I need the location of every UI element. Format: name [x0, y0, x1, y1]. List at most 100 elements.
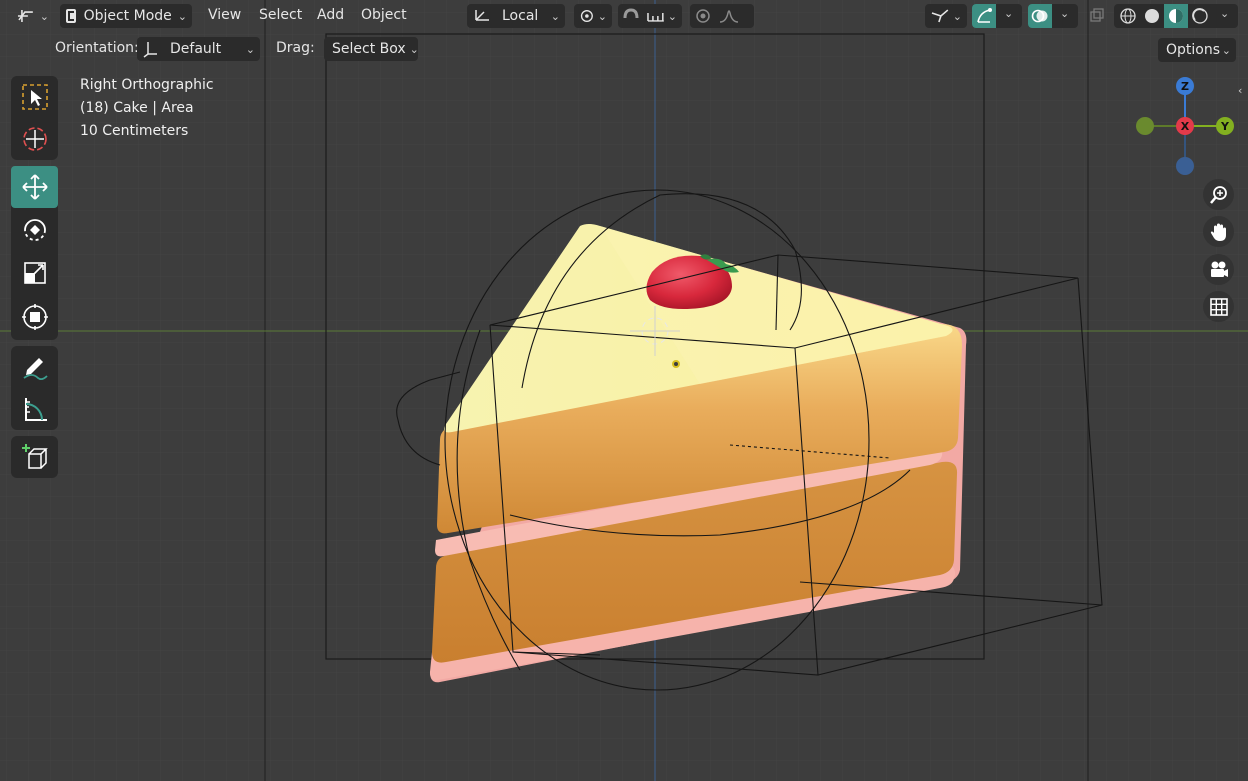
- local-axes-icon: [475, 10, 489, 21]
- add-cube-tool[interactable]: [11, 436, 58, 478]
- annotate-tool[interactable]: [11, 346, 58, 388]
- proportional-editing-toggle[interactable]: [690, 4, 716, 28]
- orientation-axes-icon: [143, 42, 157, 58]
- magnet-icon: [623, 8, 639, 19]
- scale-icon: [23, 262, 46, 284]
- zoom-button[interactable]: [1203, 179, 1234, 210]
- gizmo-toggle[interactable]: [972, 4, 996, 28]
- rotate-icon: [23, 219, 46, 241]
- drag-selector[interactable]: Select Box ⌄: [324, 37, 419, 61]
- neg-y-axis-handle: [1136, 117, 1154, 135]
- menu-add[interactable]: Add: [317, 7, 344, 23]
- options-button[interactable]: Options ⌄: [1158, 38, 1236, 62]
- show-gizmo-selector[interactable]: ⌄: [925, 4, 967, 28]
- cursor-tool[interactable]: [11, 118, 58, 160]
- rendered-shading-button[interactable]: [1188, 4, 1212, 28]
- orientation-value: Default: [170, 41, 222, 57]
- camera-view-button[interactable]: [1203, 254, 1234, 285]
- chevron-down-icon: ⌄: [1221, 43, 1231, 57]
- pan-hand-icon: [1210, 223, 1226, 241]
- annotate-icon: [22, 358, 48, 381]
- menu-object[interactable]: Object: [361, 7, 407, 23]
- chevron-down-icon[interactable]: ⌄: [1004, 7, 1013, 20]
- overlays-toggle-group: ⌄: [1028, 4, 1078, 28]
- chevron-down-icon: ⌄: [39, 9, 49, 23]
- chevron-down-icon: ⌄: [409, 42, 419, 56]
- rendered-sphere-icon: [1192, 8, 1208, 24]
- camera-icon: [1210, 261, 1228, 277]
- chevron-down-icon: ⌄: [550, 9, 560, 23]
- orientation-selector[interactable]: Default ⌄: [137, 37, 260, 61]
- snap-toggle[interactable]: [618, 4, 644, 28]
- toolbar-group-annotate: [11, 346, 58, 430]
- 3d-viewport[interactable]: [0, 0, 1248, 781]
- toolbar-group-select: [11, 76, 58, 160]
- overlays-icon: [1031, 9, 1048, 23]
- toolbar-group-add: [11, 436, 58, 478]
- chevron-down-icon: ⌄: [597, 9, 607, 23]
- pivot-point-selector[interactable]: ⌄: [574, 4, 612, 28]
- toolbar-group-transform: [11, 166, 58, 340]
- mode-selector[interactable]: Object Mode ⌄: [60, 4, 192, 28]
- menu-view[interactable]: View: [208, 7, 241, 23]
- transform-icon: [21, 304, 48, 330]
- material-sphere-icon: [1169, 9, 1183, 23]
- measure-tool[interactable]: [11, 388, 58, 430]
- scale-info-text: 10 Centimeters: [80, 123, 189, 139]
- menu-select[interactable]: Select: [259, 7, 302, 23]
- proportional-edit-icon: [696, 9, 710, 23]
- rotate-tool[interactable]: [11, 209, 58, 251]
- xray-icon: [1090, 8, 1104, 22]
- view3d-icon: [17, 10, 33, 22]
- proportional-editing-group: [690, 4, 754, 28]
- x-axis-label: X: [1181, 120, 1190, 133]
- chevron-down-icon[interactable]: ⌄: [1060, 7, 1069, 20]
- y-axis-label: Y: [1220, 120, 1230, 133]
- chevron-down-icon: ⌄: [245, 42, 255, 56]
- move-icon: [21, 174, 48, 200]
- add-cube-icon: [21, 444, 48, 469]
- wireframe-sphere-icon: [1120, 8, 1136, 24]
- chevron-down-icon: ⌄: [177, 9, 187, 23]
- move-tool[interactable]: [11, 166, 58, 208]
- cursor-icon: [22, 127, 47, 151]
- object-info-text: (18) Cake | Area: [80, 100, 194, 116]
- ortho-toggle-button[interactable]: [1203, 291, 1234, 322]
- options-label: Options: [1166, 42, 1221, 58]
- neg-z-axis-handle: [1176, 157, 1194, 175]
- drag-label: Drag:: [276, 40, 315, 56]
- navigation-gizmo[interactable]: Z Y X: [1130, 74, 1240, 184]
- overlays-group: ⌄: [972, 4, 1022, 28]
- measure-icon: [24, 398, 47, 421]
- material-preview-button[interactable]: [1164, 4, 1188, 28]
- snap-increment-icon: [647, 13, 664, 22]
- scale-tool[interactable]: [11, 252, 58, 294]
- snap-target-selector[interactable]: ⌄: [644, 4, 682, 28]
- pivot-label: Local: [502, 8, 539, 24]
- tool-settings-bar: Orientation: Default ⌄ Drag: Select Box …: [0, 33, 1248, 65]
- zoom-icon: [1209, 185, 1227, 204]
- select-box-icon: [21, 84, 48, 110]
- falloff-selector[interactable]: [718, 4, 752, 28]
- mode-label: Object Mode: [83, 8, 172, 24]
- snapping-group: ⌄: [618, 4, 682, 28]
- object-mode-icon: [66, 9, 76, 23]
- solid-shading-button[interactable]: [1140, 4, 1164, 28]
- wireframe-shading-button[interactable]: [1116, 4, 1140, 28]
- grid-toggle-icon: [1209, 297, 1228, 316]
- drag-value: Select Box: [332, 41, 406, 57]
- pan-button[interactable]: [1203, 216, 1234, 247]
- select-box-tool[interactable]: [11, 76, 58, 118]
- chevron-down-icon[interactable]: ⌄: [1220, 7, 1229, 20]
- gizmo-icon: [931, 9, 949, 23]
- editor-type-button[interactable]: ⌄: [14, 4, 54, 28]
- solid-sphere-icon: [1145, 9, 1159, 23]
- smooth-falloff-icon: [719, 10, 739, 23]
- overlays-toggle[interactable]: [1028, 4, 1052, 28]
- transform-orientation-selector[interactable]: Local ⌄: [467, 4, 565, 28]
- gizmo-arrows-icon: [977, 8, 992, 23]
- transform-tool[interactable]: [11, 296, 58, 338]
- orientation-label: Orientation:: [55, 40, 139, 56]
- view-name-text: Right Orthographic: [80, 77, 214, 93]
- xray-toggle[interactable]: [1085, 4, 1109, 28]
